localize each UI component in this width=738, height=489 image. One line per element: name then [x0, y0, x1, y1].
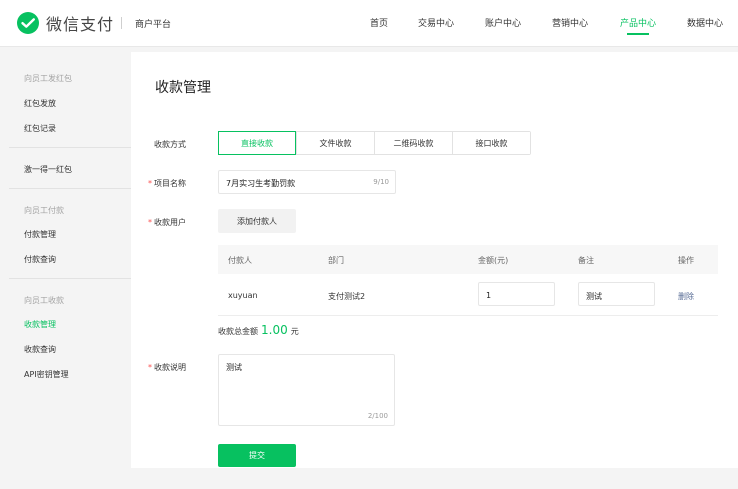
nav-item-transactions[interactable]: 交易中心	[418, 16, 454, 29]
nav-item-home[interactable]: 首页	[370, 16, 388, 29]
payer-label: * 收款用户	[148, 217, 186, 228]
project-name-value: 7月实习生考勤罚款	[226, 179, 296, 188]
sidebar-item-lucky-packet[interactable]: 激一得一红包	[24, 164, 72, 175]
amount-input[interactable]: 1	[478, 282, 555, 306]
total-amount-summary: 收款总金额 1.00 元	[218, 323, 299, 337]
delete-row-link[interactable]: 删除	[678, 291, 694, 302]
sidebar-item-payment-manage[interactable]: 付款管理	[24, 229, 56, 240]
header-divider	[121, 17, 122, 29]
logo-text: 微信支付	[46, 15, 115, 34]
sidebar: 向员工发红包 红包发放 红包记录 激一得一红包 向员工付款 付款管理 付款查询 …	[9, 52, 131, 468]
add-payer-button[interactable]: 添加付款人	[218, 209, 296, 233]
sidebar-divider	[9, 188, 131, 189]
submit-button[interactable]: 提交	[218, 444, 296, 467]
required-mark: *	[148, 179, 152, 188]
note-label-text: 收款说明	[154, 363, 186, 372]
sidebar-item-api-key-manage[interactable]: API密钥管理	[24, 369, 69, 380]
total-prefix: 收款总金额	[218, 327, 258, 336]
payer-cell: xuyuan	[228, 291, 258, 300]
method-tabs: 直接收款 文件收款 二维码收款 接口收款	[218, 131, 531, 155]
total-amount-value: 1.00	[261, 323, 288, 337]
nav-item-data[interactable]: 数据中心	[687, 16, 723, 29]
tab-qrcode-collection[interactable]: 二维码收款	[374, 132, 452, 154]
amount-value: 1	[486, 291, 492, 300]
sidebar-item-collection-manage[interactable]: 收款管理	[24, 319, 56, 330]
tab-file-collection[interactable]: 文件收款	[296, 132, 374, 154]
column-header-remark: 备注	[578, 256, 594, 265]
column-header-action: 操作	[678, 256, 694, 265]
sidebar-item-red-packet-records[interactable]: 红包记录	[24, 123, 56, 134]
project-name-char-count: 9/10	[373, 178, 389, 186]
sidebar-group-title-collection: 向员工收款	[24, 296, 64, 305]
payer-label-text: 收款用户	[154, 218, 186, 227]
main-content: 收款管理 收款方式 直接收款 文件收款 二维码收款 接口收款 * 项目名称 7月实…	[131, 52, 738, 468]
sidebar-group-title-payment: 向员工付款	[24, 206, 64, 215]
nav-item-marketing[interactable]: 营销中心	[552, 16, 588, 29]
required-mark: *	[148, 363, 152, 372]
note-label: * 收款说明	[148, 362, 186, 373]
tab-api-collection[interactable]: 接口收款	[452, 132, 530, 154]
nav-item-products[interactable]: 产品中心	[620, 16, 656, 29]
sidebar-divider	[9, 278, 131, 279]
note-textarea[interactable]: 测试 2/100	[218, 354, 395, 426]
wechat-pay-logo-icon	[17, 12, 39, 34]
nav-active-underline	[627, 33, 649, 35]
required-mark: *	[148, 218, 152, 227]
page-title: 收款管理	[155, 80, 211, 96]
payer-table-header: 付款人 部门 金额(元) 备注 操作	[218, 245, 718, 274]
department-cell: 支付测试2	[328, 292, 366, 301]
sidebar-item-red-packet-send[interactable]: 红包发放	[24, 98, 56, 109]
remark-value: 测试	[586, 292, 602, 301]
sidebar-item-payment-query[interactable]: 付款查询	[24, 254, 56, 265]
table-row: xuyuan 支付测试2 1 测试 删除	[218, 274, 718, 316]
total-unit: 元	[290, 327, 299, 336]
column-header-amount: 金额(元)	[478, 256, 509, 265]
project-name-input[interactable]: 7月实习生考勤罚款 9/10	[218, 170, 396, 194]
tab-direct-collection[interactable]: 直接收款	[218, 131, 296, 155]
column-header-department: 部门	[328, 256, 344, 265]
platform-name: 商户平台	[135, 20, 172, 30]
project-name-label-text: 项目名称	[154, 179, 186, 188]
top-header: 微信支付 商户平台 首页 交易中心 账户中心 营销中心 产品中心 数据中心	[0, 0, 738, 47]
wechat-pay-logo[interactable]: 微信支付	[16, 11, 114, 35]
remark-input[interactable]: 测试	[578, 282, 655, 306]
nav-item-account[interactable]: 账户中心	[485, 16, 521, 29]
note-value: 测试	[226, 363, 242, 372]
sidebar-group-title-red-packet: 向员工发红包	[24, 74, 72, 83]
column-header-payer: 付款人	[228, 256, 252, 265]
project-name-label: * 项目名称	[148, 178, 186, 189]
note-char-count: 2/100	[367, 412, 388, 420]
method-label: 收款方式	[154, 140, 186, 149]
sidebar-divider	[9, 147, 131, 148]
sidebar-item-collection-query[interactable]: 收款查询	[24, 344, 56, 355]
